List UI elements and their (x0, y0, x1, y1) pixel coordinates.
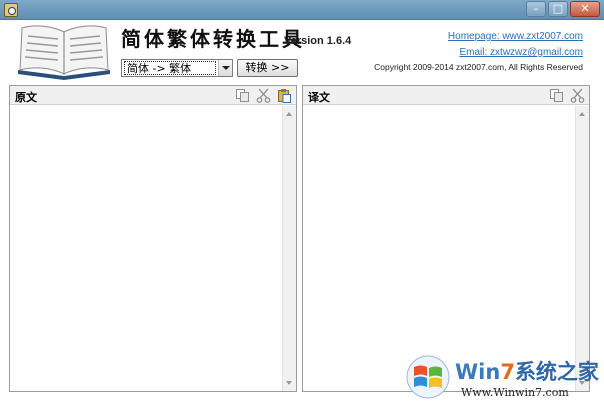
scroll-down-icon[interactable] (283, 376, 296, 390)
target-panel-tools (549, 88, 585, 103)
source-panel-tools (235, 88, 292, 103)
watermark-brand-suffix: 系统之家 (514, 360, 599, 384)
version-label: Version 1.6.4 (284, 35, 352, 47)
target-scrollbar[interactable] (575, 106, 589, 391)
watermark-brand: Win7系统之家 (455, 356, 599, 386)
watermark-brand-prefix: Win (455, 360, 501, 384)
open-book-logo (18, 25, 110, 80)
paste-icon[interactable] (277, 88, 292, 103)
copy-icon[interactable] (549, 88, 564, 103)
close-button[interactable]: ✕ (570, 1, 600, 17)
scroll-up-icon[interactable] (283, 107, 296, 121)
source-panel: 原文 (9, 85, 297, 392)
source-panel-header: 原文 (10, 86, 296, 105)
homepage-link[interactable]: Homepage: www.zxt2007.com (448, 31, 583, 42)
chevron-down-icon[interactable] (218, 60, 232, 76)
target-panel-title: 译文 (308, 91, 330, 104)
scroll-up-icon[interactable] (576, 107, 589, 121)
copy-icon[interactable] (235, 88, 250, 103)
minimize-button[interactable]: – (526, 1, 546, 17)
app-header: 简体繁体转换工具 Version 1.6.4 简体 -> 繁体 转换 >> Ho… (0, 21, 604, 83)
convert-button[interactable]: 转换 >> (237, 59, 298, 77)
windows-logo-icon (406, 355, 450, 399)
target-panel: 译文 (302, 85, 590, 392)
direction-select[interactable]: 简体 -> 繁体 (121, 59, 233, 77)
copyright-text: Copyright 2009-2014 zxt2007.com, All Rig… (374, 62, 583, 72)
watermark-brand-number: 7 (500, 360, 515, 384)
source-panel-title: 原文 (15, 91, 37, 104)
app-title: 简体繁体转换工具 (121, 27, 305, 51)
target-text-area[interactable] (303, 106, 575, 391)
app-icon (4, 3, 18, 17)
watermark: Win7系统之家 Www.Winwin7.com (405, 350, 604, 407)
cut-icon[interactable] (256, 88, 271, 103)
window-controls: – □ ✕ (526, 1, 600, 17)
target-panel-header: 译文 (303, 86, 589, 105)
maximize-button[interactable]: □ (548, 1, 568, 17)
source-scrollbar[interactable] (282, 106, 296, 391)
watermark-url: Www.Winwin7.com (461, 386, 569, 399)
source-text-area[interactable] (10, 106, 282, 391)
title-bar[interactable]: – □ ✕ (0, 0, 604, 20)
direction-select-value: 简体 -> 繁体 (124, 61, 216, 75)
cut-icon[interactable] (570, 88, 585, 103)
email-link[interactable]: Email: zxtwzwz@gmail.com (459, 47, 583, 58)
